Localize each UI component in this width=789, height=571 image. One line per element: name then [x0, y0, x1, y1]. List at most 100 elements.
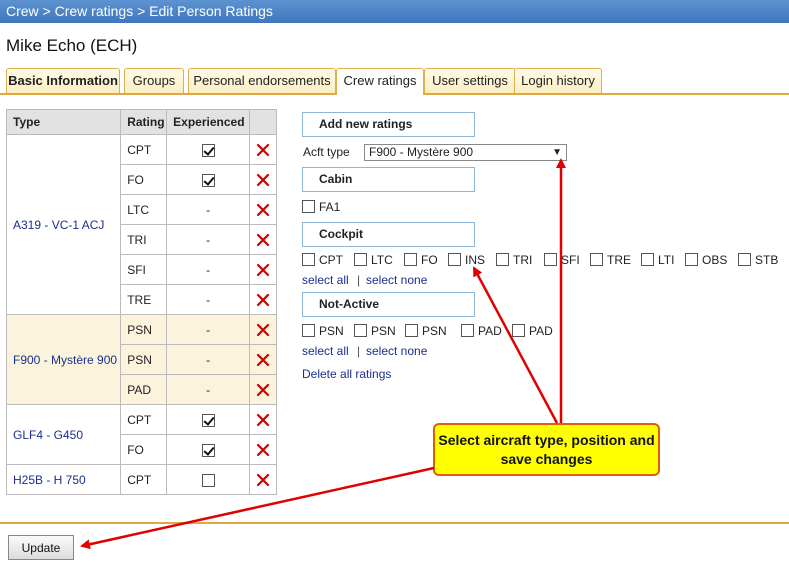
cockpit-option-tre[interactable]: TRE	[590, 253, 631, 267]
breadcrumb: Crew > Crew ratings > Edit Person Rating…	[0, 0, 789, 23]
cockpit-option-ins[interactable]: INS	[448, 253, 485, 267]
delete-rating-cell	[249, 284, 277, 315]
cockpit-checkbox[interactable]	[641, 253, 654, 266]
cockpit-option-tri[interactable]: TRI	[496, 253, 532, 267]
cockpit-checkbox[interactable]	[685, 253, 698, 266]
not-active-option-psn[interactable]: PSN	[405, 324, 447, 338]
table-row: GLF4 - G450 CPT	[5, 404, 277, 465]
delete-rating-cell	[249, 434, 277, 465]
cockpit-option-label: LTC	[371, 253, 393, 267]
delete-icon[interactable]	[256, 263, 270, 277]
column-header-type: Type	[5, 109, 122, 135]
cabin-checkbox[interactable]	[302, 200, 315, 213]
not-active-checkbox[interactable]	[354, 324, 367, 337]
delete-rating-cell	[249, 134, 277, 165]
rating-cell: CPT	[120, 464, 168, 495]
cockpit-checkbox[interactable]	[404, 253, 417, 266]
cockpit-checkbox[interactable]	[302, 253, 315, 266]
table-header-row: Type Rating Experienced	[5, 109, 277, 135]
cockpit-option-ltc[interactable]: LTC	[354, 253, 393, 267]
delete-all-ratings-link[interactable]: Delete all ratings	[302, 367, 391, 381]
delete-icon[interactable]	[256, 443, 270, 457]
acft-type-label: Acft type	[303, 145, 350, 159]
cabin-option-fa1[interactable]: FA1	[302, 200, 340, 214]
cockpit-option-sfi[interactable]: SFI	[544, 253, 580, 267]
cockpit-option-cpt[interactable]: CPT	[302, 253, 343, 267]
rating-cell: PAD	[120, 374, 168, 405]
aircraft-type-cell: GLF4 - G450	[5, 404, 122, 465]
experienced-cell: -	[166, 344, 251, 375]
cockpit-option-lti[interactable]: LTI	[641, 253, 674, 267]
tab-groups[interactable]: Groups	[124, 68, 184, 94]
delete-rating-cell	[249, 404, 277, 435]
experienced-checkbox[interactable]	[201, 143, 215, 157]
acft-type-select[interactable]: F900 - Mystère 900 ▼	[364, 144, 567, 161]
cockpit-checkbox[interactable]	[544, 253, 557, 266]
cockpit-checkbox[interactable]	[590, 253, 603, 266]
not-active-option-label: PSN	[422, 324, 447, 338]
cockpit-option-label: SFI	[561, 253, 580, 267]
not-active-select-none-link[interactable]: select none	[366, 344, 427, 358]
not-active-option-pad[interactable]: PAD	[512, 324, 553, 338]
delete-icon[interactable]	[256, 233, 270, 247]
cockpit-checkbox[interactable]	[738, 253, 751, 266]
not-active-option-pad[interactable]: PAD	[461, 324, 502, 338]
not-active-option-psn[interactable]: PSN	[302, 324, 344, 338]
delete-rating-cell	[249, 224, 277, 255]
experienced-checkbox[interactable]	[201, 173, 215, 187]
cockpit-option-label: TRE	[607, 253, 631, 267]
delete-icon[interactable]	[256, 353, 270, 367]
rating-cell: CPT	[120, 134, 168, 165]
tab-crew-ratings[interactable]: Crew ratings	[336, 68, 424, 95]
not-active-checkbox[interactable]	[405, 324, 418, 337]
delete-rating-cell	[249, 164, 277, 195]
delete-icon[interactable]	[256, 413, 270, 427]
delete-icon[interactable]	[256, 173, 270, 187]
tab-personal-endorsements[interactable]: Personal endorsements	[188, 68, 336, 94]
cockpit-checkbox[interactable]	[496, 253, 509, 266]
not-active-option-label: PAD	[529, 324, 553, 338]
not-active-option-label: PSN	[319, 324, 344, 338]
aircraft-type-cell: A319 - VC-1 ACJ	[5, 134, 122, 315]
not-active-header: Not-Active	[302, 292, 475, 317]
experienced-checkbox[interactable]	[201, 473, 215, 487]
acft-type-value: F900 - Mystère 900	[369, 145, 474, 159]
not-active-checkbox[interactable]	[302, 324, 315, 337]
delete-rating-cell	[249, 194, 277, 225]
rating-cell: TRE	[120, 284, 168, 315]
delete-icon[interactable]	[256, 143, 270, 157]
delete-icon[interactable]	[256, 383, 270, 397]
chevron-down-icon: ▼	[552, 147, 562, 158]
arrow-to-cockpit-options	[472, 266, 559, 424]
cockpit-checkbox[interactable]	[448, 253, 461, 266]
update-button[interactable]: Update	[8, 535, 74, 560]
not-active-checkbox[interactable]	[461, 324, 474, 337]
tab-basic-information[interactable]: Basic Information	[6, 68, 120, 94]
experienced-checkbox[interactable]	[201, 413, 215, 427]
tab-user-settings[interactable]: User settings	[424, 68, 516, 94]
delete-rating-cell	[249, 314, 277, 345]
cockpit-option-obs[interactable]: OBS	[685, 253, 727, 267]
not-active-option-psn[interactable]: PSN	[354, 324, 396, 338]
delete-icon[interactable]	[256, 203, 270, 217]
experienced-cell	[166, 464, 251, 495]
cockpit-select-none-link[interactable]: select none	[366, 273, 427, 287]
not-active-checkbox[interactable]	[512, 324, 525, 337]
cockpit-select-all-link[interactable]: select all	[302, 273, 349, 287]
cockpit-checkbox[interactable]	[354, 253, 367, 266]
link-separator: |	[357, 344, 361, 358]
tab-login-history[interactable]: Login history	[514, 68, 602, 94]
delete-icon[interactable]	[256, 473, 270, 487]
cockpit-option-fo[interactable]: FO	[404, 253, 438, 267]
page-title: Mike Echo (ECH)	[6, 36, 138, 55]
column-header-experienced: Experienced	[166, 109, 251, 135]
instruction-callout: Select aircraft type, position and save …	[433, 423, 660, 476]
delete-icon[interactable]	[256, 293, 270, 307]
cabin-header: Cabin	[302, 167, 475, 192]
rating-cell: FO	[120, 164, 168, 195]
aircraft-type-cell: F900 - Mystère 900	[5, 314, 122, 405]
experienced-checkbox[interactable]	[201, 443, 215, 457]
delete-icon[interactable]	[256, 323, 270, 337]
not-active-select-all-link[interactable]: select all	[302, 344, 349, 358]
cockpit-option-stb[interactable]: STB	[738, 253, 778, 267]
